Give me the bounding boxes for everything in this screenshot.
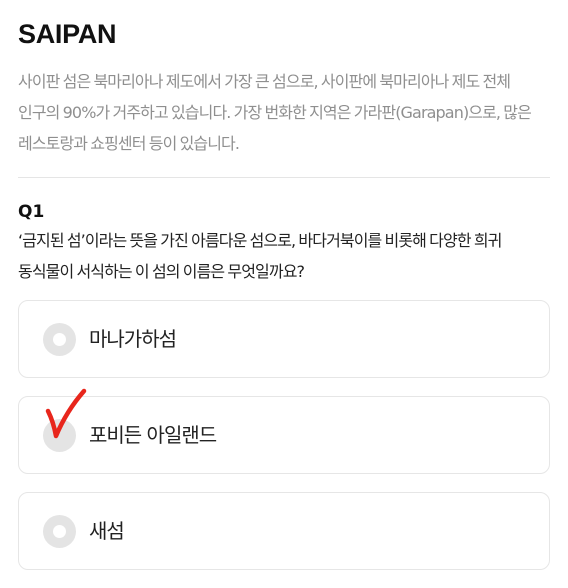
option-label: 포비든 아일랜드 xyxy=(89,423,217,447)
option-label: 새섬 xyxy=(89,519,125,543)
radio-button[interactable] xyxy=(43,322,76,356)
section-divider xyxy=(18,177,550,178)
radio-button[interactable] xyxy=(43,418,76,452)
page-title: SAIPAN xyxy=(18,19,117,49)
answer-option-2[interactable]: 포비든 아일랜드 xyxy=(18,396,550,474)
answer-option-1[interactable]: 마나가하섬 xyxy=(18,300,550,378)
radio-button[interactable] xyxy=(43,514,76,548)
question-number: Q1 xyxy=(18,202,45,222)
answer-options: 마나가하섬 포비든 아일랜드 새섬 xyxy=(18,300,550,570)
intro-description: 사이판 섬은 북마리아나 제도에서 가장 큰 섬으로, 사이판에 북마리아나 제… xyxy=(18,72,532,153)
question-text: ‘금지된 섬’이라는 뜻을 가진 아름다운 섬으로, 바다거북이를 비롯해 다양… xyxy=(18,231,502,281)
answer-option-3[interactable]: 새섬 xyxy=(18,492,550,570)
quiz-page: SAIPAN 사이판 섬은 북마리아나 제도에서 가장 큰 섬으로, 사이판에 … xyxy=(0,0,568,588)
option-label: 마나가하섬 xyxy=(89,327,177,351)
